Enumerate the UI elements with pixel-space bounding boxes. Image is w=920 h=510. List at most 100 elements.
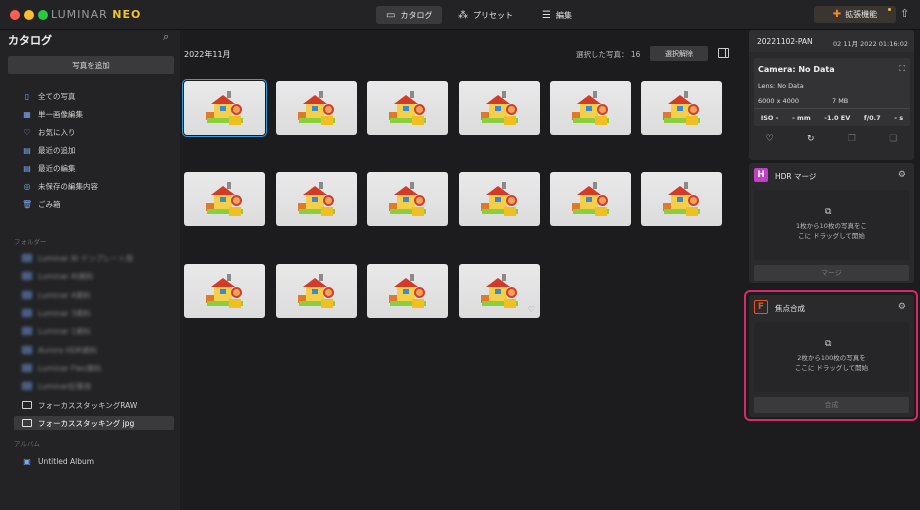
- focal-value: - mm: [792, 113, 811, 122]
- album-item-untitled[interactable]: ▣ Untitled Album: [22, 454, 94, 468]
- hdr-drop-line-1: 1枚から10枚の写真をこ: [796, 222, 867, 230]
- unsaved-icon: ◎: [23, 181, 31, 191]
- gear-icon[interactable]: ⚙: [898, 170, 906, 180]
- iso-value: ISO -: [760, 113, 779, 122]
- folder-item[interactable]: Luminar 1資料: [22, 324, 91, 338]
- folder-icon: [22, 291, 32, 299]
- extensions-label: 拡張機能: [845, 10, 878, 19]
- aspect-ratio-icon: ⛶: [899, 64, 905, 73]
- sidebar-item-recently-edited[interactable]: ▤ 最近の編集: [22, 161, 76, 175]
- sidebar-item-label: 未保存の編集内容: [38, 181, 98, 191]
- merge-button[interactable]: マージ: [754, 265, 909, 281]
- sidebar-item-trash[interactable]: 🗑 ごみ箱: [22, 197, 61, 211]
- folder-label: Luminar Flex資料: [38, 363, 102, 373]
- grid-icon: ▦: [23, 109, 31, 119]
- exif-row: ISO - - mm -1.0 EV f/0.7 - s: [754, 108, 910, 126]
- folder-icon: [22, 364, 32, 372]
- photo-thumbnail[interactable]: [550, 81, 631, 135]
- calendar-edit-icon: ▤: [23, 163, 31, 173]
- photo-thumbnail[interactable]: [367, 172, 448, 226]
- photo-thumbnail[interactable]: [367, 264, 448, 318]
- photo-thumbnail[interactable]: [182, 79, 267, 137]
- heart-icon[interactable]: ♡: [766, 134, 774, 144]
- hdr-logo-icon: H: [754, 168, 768, 182]
- add-photos-button[interactable]: 写真を追加: [8, 56, 174, 74]
- calendar-icon: ▤: [23, 145, 31, 155]
- hdr-header: H HDR マージ ⚙: [749, 163, 914, 189]
- albums-section-label: アルバム: [14, 440, 40, 448]
- heart-icon[interactable]: ♡: [528, 305, 535, 314]
- selected-count: 選択した写真： 16: [576, 49, 640, 60]
- tab-catalog[interactable]: ▭ カタログ: [376, 6, 443, 24]
- photo-thumbnail[interactable]: [641, 172, 722, 226]
- deselect-button[interactable]: 選択解除: [650, 46, 708, 61]
- search-icon[interactable]: ⌕: [163, 30, 169, 44]
- lens-info: Lens: No Data: [758, 82, 804, 90]
- close-window-button[interactable]: [10, 10, 20, 20]
- folder-label: Aurora HDR資料: [38, 345, 98, 355]
- highlight-frame: [744, 290, 918, 421]
- extensions-button[interactable]: ✚ 拡張機能: [814, 6, 896, 23]
- photo-thumbnail[interactable]: ♡: [459, 264, 540, 318]
- folder-item[interactable]: Aurora HDR資料: [22, 343, 97, 357]
- month-heading: 2022年11月: [184, 50, 231, 59]
- folder-item[interactable]: Luminar 3資料: [22, 306, 91, 320]
- photo-thumbnail[interactable]: [276, 81, 357, 135]
- file-name: 20221102-PAN: [757, 37, 813, 46]
- sliders-icon: ☰: [542, 9, 551, 21]
- photo-thumbnail[interactable]: [550, 172, 631, 226]
- dimensions-info: 6000 x 4000: [758, 97, 800, 105]
- hdr-drop-line-2: こに ドラッグして開始: [798, 232, 865, 240]
- sidebar-title: カタログ: [8, 34, 52, 47]
- zoom-window-button[interactable]: [38, 10, 48, 20]
- folder-item-focus-stacking-raw[interactable]: フォーカススタッキングRAW: [22, 398, 137, 412]
- photo-thumbnail[interactable]: [641, 81, 722, 135]
- photo-thumbnail[interactable]: [276, 172, 357, 226]
- photo-thumbnail[interactable]: [459, 81, 540, 135]
- folder-icon: ▭: [386, 9, 396, 21]
- sidebar-item-recently-added[interactable]: ▤ 最近の追加: [22, 143, 75, 157]
- share-icon[interactable]: ⇧: [900, 7, 909, 20]
- magic-wand-icon: ⁂: [458, 9, 468, 21]
- folder-icon: [22, 419, 32, 427]
- sidebar-item-single-edit[interactable]: ▦ 単一画像編集: [22, 107, 83, 121]
- folder-icon: [22, 272, 32, 280]
- tab-edit-label: 編集: [555, 10, 572, 20]
- photo-thumbnail[interactable]: [184, 264, 265, 318]
- hdr-merge-panel: H HDR マージ ⚙ ⧉ 1枚から10枚の写真をこ こに ドラッグして開始 マー…: [749, 163, 914, 283]
- folder-item[interactable]: Luminar記事用: [22, 379, 91, 393]
- trash-icon: 🗑: [22, 199, 33, 209]
- duplicate-icon[interactable]: ❏: [889, 134, 897, 144]
- folder-label: Luminar 1資料: [38, 326, 91, 336]
- sidebar-item-label: 最近の編集: [38, 163, 76, 173]
- folder-icon: [22, 327, 32, 335]
- photo-thumbnail[interactable]: [367, 81, 448, 135]
- shutter-value: - s: [894, 113, 904, 122]
- folder-icon: [22, 309, 32, 317]
- folder-item[interactable]: Luminar 4資料: [22, 288, 91, 302]
- photo-thumbnail[interactable]: [276, 264, 357, 318]
- rotate-icon[interactable]: ↻: [807, 134, 815, 144]
- sidebar-item-all-photos[interactable]: ▯ 全ての写真: [22, 89, 76, 103]
- aperture-value: f/0.7: [863, 113, 881, 122]
- folder-item[interactable]: Luminar Flex資料: [22, 361, 101, 375]
- photo-thumbnail[interactable]: [459, 172, 540, 226]
- album-icon: ▣: [23, 456, 31, 466]
- folder-icon: [22, 401, 32, 409]
- sidebar-item-unsaved-edits[interactable]: ◎ 未保存の編集内容: [22, 179, 99, 193]
- panel-toggle-icon[interactable]: [718, 48, 729, 58]
- tab-presets[interactable]: ⁂ プリセット: [448, 6, 523, 24]
- folder-item-focus-stacking-jpg[interactable]: フォーカススタッキング jpg: [14, 416, 174, 430]
- tab-edit[interactable]: ☰ 編集: [532, 6, 582, 24]
- folder-item[interactable]: Luminar AI資料: [22, 269, 93, 283]
- minimize-window-button[interactable]: [24, 10, 34, 20]
- info-header: 20221102-PAN 02 11月 2022 01:16:02: [749, 30, 914, 52]
- app-logo: LUMINAR NEO: [51, 8, 142, 21]
- folder-item[interactable]: Luminar AI テンプレート用: [22, 251, 133, 265]
- hdr-drop-zone[interactable]: ⧉ 1枚から10枚の写真をこ こに ドラッグして開始: [754, 190, 909, 260]
- photo-thumbnail[interactable]: [184, 172, 265, 226]
- folders-section-label: フォルダー: [14, 238, 47, 246]
- copy-icon[interactable]: ❐: [848, 134, 856, 144]
- album-label: Untitled Album: [38, 456, 95, 466]
- sidebar-item-favorites[interactable]: ♡ お気に入り: [22, 125, 75, 139]
